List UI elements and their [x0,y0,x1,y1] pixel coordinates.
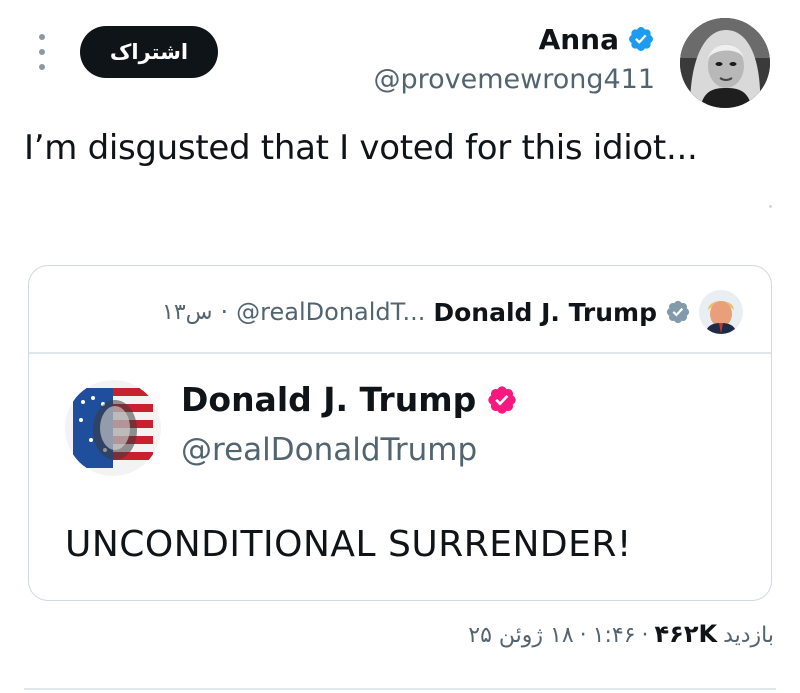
verified-badge-icon [486,384,518,416]
embedded-post-text: UNCONDITIONAL SURRENDER! [65,524,632,565]
quoted-tweet-divider [29,352,771,354]
author-avatar[interactable] [680,18,770,108]
author-info: Anna @provemewrong411 [373,20,655,96]
embedded-post-avatar [65,380,161,476]
verified-badge-icon [665,299,691,325]
views-label: بازدید [723,623,774,648]
tweet-time[interactable]: ۱:۴۶ [593,623,636,648]
embedded-post-author-name: Donald J. Trump [181,380,477,419]
more-vertical-icon[interactable] [34,34,50,70]
separator-dot [769,205,772,208]
bottom-divider [24,688,776,690]
meta-separator: · [641,623,649,648]
verified-badge-icon [627,25,655,53]
author-name-row: Anna [373,20,655,58]
quoted-tweet-avatar[interactable] [699,290,743,334]
author-handle[interactable]: @provemewrong411 [373,64,655,95]
subscribe-button[interactable]: اشتراک [80,26,218,78]
quoted-tweet-author-name[interactable]: Donald J. Trump [433,298,657,327]
dot [39,34,45,40]
quoted-tweet-header: ۱۳س · @realDonaldT... Donald J. Trump [162,290,743,334]
meta-separator: · [579,623,587,648]
dot [39,64,45,70]
embedded-post-name-row: Donald J. Trump [181,380,518,419]
quoted-tweet-separator: · [220,298,229,326]
author-name[interactable]: Anna [539,23,619,56]
embedded-post-handle: @realDonaldTrump [181,432,478,468]
tweet-meta: بازدید ۴۶۲K · ۱:۴۶ · ۱۸ ژوئن ۲۵ [468,620,774,648]
tweet-text: I’m disgusted that I voted for this idio… [24,128,698,168]
tweet-date[interactable]: ۱۸ ژوئن ۲۵ [468,623,573,648]
quoted-tweet-time[interactable]: ۱۳س [162,300,213,325]
quoted-tweet-card[interactable]: ۱۳س · @realDonaldT... Donald J. Trump Do… [28,265,772,601]
quoted-tweet-handle[interactable]: @realDonaldT... [236,298,425,326]
dot [39,49,45,55]
views-count[interactable]: ۴۶۲K [655,620,718,648]
